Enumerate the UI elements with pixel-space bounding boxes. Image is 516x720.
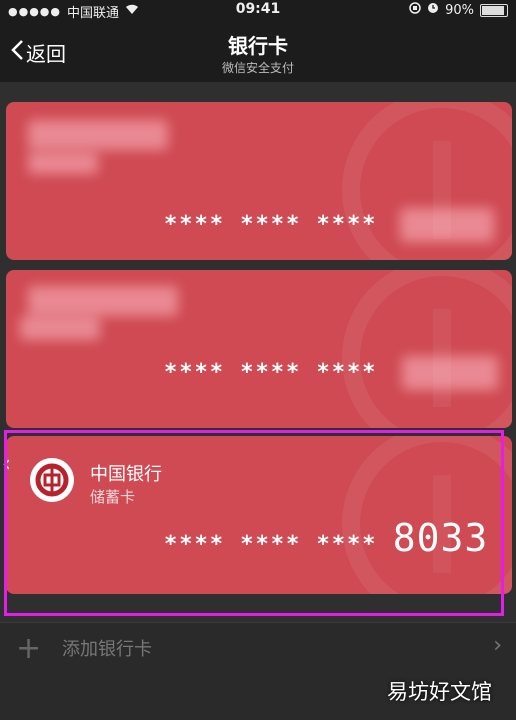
rotation-lock-icon: [409, 2, 421, 18]
navigation-bar: 返回 银行卡 微信安全支付: [0, 20, 516, 82]
card-number: **** **** **** 8033: [164, 516, 488, 560]
bank-card[interactable]: **** **** ****: [6, 270, 512, 428]
add-card-row[interactable]: + 添加银行卡 ›: [0, 622, 516, 671]
masked-digits: **** **** ****: [164, 532, 378, 557]
chevron-left-icon: ‹: [2, 452, 11, 477]
plus-icon: +: [16, 631, 42, 666]
page-subtitle: 微信安全支付: [221, 61, 294, 75]
card-number: **** **** ****: [164, 212, 377, 237]
chevron-right-icon: ›: [493, 633, 502, 658]
battery-icon: [480, 3, 508, 17]
bank-card-boc[interactable]: 中国银行 储蓄卡 **** **** **** 8033: [6, 436, 512, 594]
boc-logo-icon: [30, 458, 74, 502]
bank-name: 中国银行: [90, 464, 162, 485]
bank-watermark-logo: [342, 436, 512, 594]
blurred-bank-name: [28, 120, 168, 150]
status-bar: ●●●●● 中国联通 09:41 90%: [0, 0, 516, 21]
masked-digits: **** **** ****: [164, 212, 378, 237]
card-last-four: 8033: [392, 516, 489, 560]
alarm-icon: [427, 2, 439, 18]
card-list: **** **** **** **** **** **** 中国银行 储蓄卡 *…: [0, 82, 516, 622]
blurred-bank-name: [28, 286, 178, 316]
battery-percent: 90%: [445, 2, 474, 18]
blurred-card-type: [28, 152, 98, 174]
card-number: **** **** ****: [164, 360, 377, 385]
blurred-card-type: [20, 316, 100, 340]
page-title: 银行卡: [228, 34, 288, 58]
add-card-label: 添加银行卡: [62, 639, 152, 660]
masked-digits: **** **** ****: [164, 360, 378, 385]
watermark: 易坊好文馆: [387, 680, 492, 704]
blurred-last-digits: [400, 208, 494, 242]
card-type: 储蓄卡: [90, 488, 136, 506]
bank-watermark-logo: [342, 270, 512, 428]
blurred-last-digits: [402, 356, 498, 390]
bank-card[interactable]: **** **** ****: [6, 102, 512, 260]
